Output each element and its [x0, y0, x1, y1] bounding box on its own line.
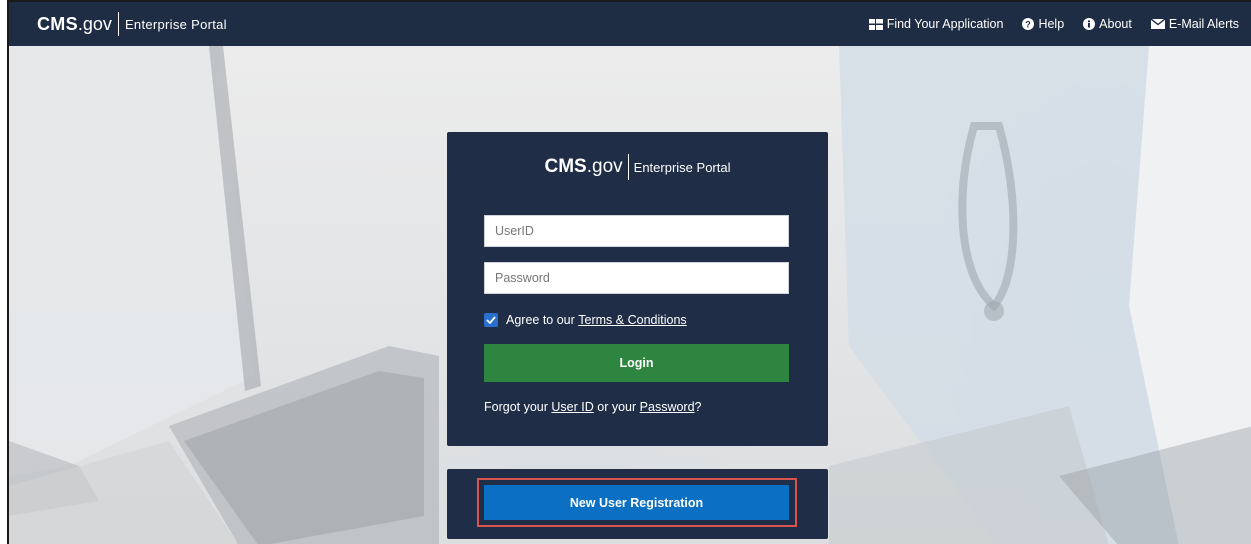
- logo-divider: [117, 12, 119, 36]
- nav-find-application[interactable]: Find Your Application: [868, 17, 1004, 31]
- forgot-suffix: ?: [694, 400, 702, 414]
- checkmark-icon: [486, 316, 496, 324]
- logo-cms-text: CMS: [37, 13, 78, 34]
- login-panel: CMS.gov Enterprise Portal Agree to our T…: [447, 132, 828, 446]
- question-circle-icon: ?: [1022, 18, 1035, 30]
- nav-about[interactable]: About: [1083, 17, 1132, 31]
- nav-email-alerts-label: E-Mail Alerts: [1168, 17, 1239, 31]
- agree-checkbox[interactable]: [484, 313, 498, 327]
- panel-logo-cms-text: CMS: [544, 156, 587, 177]
- password-input[interactable]: [484, 262, 789, 294]
- forgot-userid-link[interactable]: User ID: [551, 400, 593, 414]
- terms-conditions-link[interactable]: Terms & Conditions: [578, 313, 686, 327]
- nav-help[interactable]: ? Help: [1022, 17, 1064, 31]
- top-navbar: CMS .gov Enterprise Portal Find Your Appl…: [9, 2, 1251, 46]
- forgot-prefix: Forgot your: [484, 400, 548, 414]
- userid-input[interactable]: [484, 215, 789, 247]
- agree-label: Agree to our: [506, 313, 575, 327]
- terms-agreement: Agree to our Terms & Conditions: [484, 313, 687, 327]
- browser-viewport: CMS .gov Enterprise Portal Find Your Appl…: [7, 0, 1251, 544]
- nav-about-label: About: [1099, 17, 1132, 31]
- forgot-credentials: Forgot your User ID or your Password?: [484, 400, 702, 414]
- panel-logo-gov-text: .gov: [586, 156, 623, 177]
- login-button[interactable]: Login: [484, 344, 789, 382]
- registration-panel: New User Registration: [447, 469, 828, 539]
- grid-icon: [868, 18, 883, 30]
- logo-gov-text: .gov: [77, 13, 112, 34]
- svg-text:?: ?: [1026, 19, 1032, 29]
- new-user-registration-button[interactable]: New User Registration: [484, 485, 789, 520]
- panel-logo-portal-text: Enterprise Portal: [633, 159, 731, 175]
- forgot-password-link[interactable]: Password: [640, 400, 695, 414]
- info-circle-icon: [1083, 18, 1096, 30]
- panel-cms-logo: CMS .gov Enterprise Portal: [447, 154, 828, 180]
- forgot-middle: or your: [597, 400, 637, 414]
- nav-email-alerts[interactable]: E-Mail Alerts: [1150, 17, 1239, 31]
- envelope-icon: [1150, 19, 1165, 29]
- nav-help-label: Help: [1038, 17, 1065, 31]
- nav-find-application-label: Find Your Application: [886, 17, 1004, 31]
- panel-logo-divider: [627, 154, 629, 180]
- nav-links: Find Your Application ? Help About E-Mai…: [850, 17, 1239, 31]
- cms-logo[interactable]: CMS .gov Enterprise Portal: [37, 12, 227, 36]
- logo-portal-text: Enterprise Portal: [124, 16, 227, 32]
